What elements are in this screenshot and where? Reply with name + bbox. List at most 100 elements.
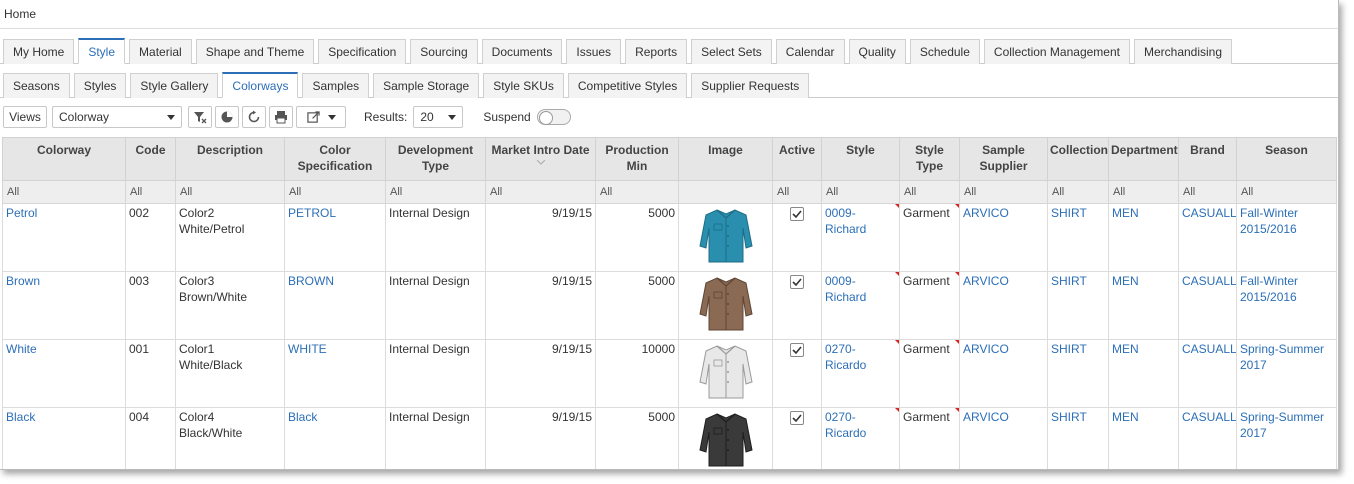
- refresh-button[interactable]: [242, 106, 266, 128]
- cell-color-spec[interactable]: PETROL: [284, 203, 386, 272]
- subtab-sample-storage[interactable]: Sample Storage: [373, 73, 480, 98]
- filter-color-spec[interactable]: All: [284, 180, 386, 204]
- tab-material[interactable]: Material: [129, 39, 192, 64]
- cell-collection[interactable]: SHIRT: [1047, 271, 1109, 340]
- export-button[interactable]: [296, 106, 346, 128]
- tab-documents[interactable]: Documents: [481, 39, 563, 64]
- column-header-code[interactable]: Code: [125, 137, 176, 181]
- column-header-style[interactable]: Style: [821, 137, 900, 181]
- column-header-color-spec[interactable]: Color Specification: [284, 137, 386, 181]
- column-header-style-type[interactable]: Style Type: [899, 137, 960, 181]
- tab-reports[interactable]: Reports: [625, 39, 688, 64]
- shirt-image[interactable]: [697, 345, 755, 403]
- filter-collection[interactable]: All: [1047, 180, 1109, 204]
- column-header-season[interactable]: Season: [1236, 137, 1337, 181]
- tab-issues[interactable]: Issues: [566, 39, 622, 64]
- subtab-style-gallery[interactable]: Style Gallery: [130, 73, 219, 98]
- cell-brand[interactable]: CASUALLY: [1178, 339, 1237, 408]
- cell-image[interactable]: [678, 271, 773, 340]
- column-header-collection[interactable]: Collection: [1047, 137, 1109, 181]
- filter-style-type[interactable]: All: [899, 180, 960, 204]
- cell-collection[interactable]: SHIRT: [1047, 203, 1109, 272]
- tab-specification[interactable]: Specification: [318, 39, 407, 64]
- tab-merchandising[interactable]: Merchandising: [1133, 39, 1233, 64]
- cell-image[interactable]: [678, 407, 773, 469]
- cell-image[interactable]: [678, 203, 773, 272]
- table-row[interactable]: Black 004 Color4 Black/White Black Internal …: [2, 407, 1337, 469]
- cell-brand[interactable]: CASUALLY: [1178, 271, 1237, 340]
- filter-sample-supplier[interactable]: All: [959, 180, 1048, 204]
- print-button[interactable]: [269, 106, 293, 128]
- shirt-image[interactable]: [697, 413, 755, 469]
- tab-quality[interactable]: Quality: [848, 39, 906, 64]
- tab-schedule[interactable]: Schedule: [909, 39, 980, 64]
- column-header-department[interactable]: Department: [1108, 137, 1179, 181]
- column-header-description[interactable]: Description: [175, 137, 285, 181]
- cell-brand[interactable]: CASUALLY: [1178, 203, 1237, 272]
- tab-sourcing[interactable]: Sourcing: [410, 39, 478, 64]
- filter-description[interactable]: All: [175, 180, 285, 204]
- cell-department[interactable]: MEN: [1108, 407, 1179, 469]
- column-header-brand[interactable]: Brand: [1178, 137, 1237, 181]
- cell-sample-supplier[interactable]: ARVICO: [959, 203, 1048, 272]
- filter-active[interactable]: All: [772, 180, 822, 204]
- chart-button[interactable]: [215, 106, 239, 128]
- column-header-prod-min[interactable]: Production Min: [595, 137, 679, 181]
- shirt-image[interactable]: [697, 277, 755, 335]
- cell-season[interactable]: Spring-Summer 2017: [1236, 407, 1337, 469]
- subtab-style-skus[interactable]: Style SKUs: [483, 73, 564, 98]
- active-checkbox[interactable]: [790, 343, 804, 357]
- cell-style[interactable]: 0270-Ricardo: [821, 407, 900, 469]
- filter-brand[interactable]: All: [1178, 180, 1237, 204]
- cell-season[interactable]: Fall-Winter 2015/2016: [1236, 203, 1337, 272]
- tab-calendar[interactable]: Calendar: [775, 39, 845, 64]
- cell-season[interactable]: Spring-Summer 2017: [1236, 339, 1337, 408]
- cell-department[interactable]: MEN: [1108, 271, 1179, 340]
- cell-sample-supplier[interactable]: ARVICO: [959, 339, 1048, 408]
- table-row[interactable]: Petrol 002 Color2 White/Petrol PETROL Intern…: [2, 203, 1337, 272]
- active-checkbox[interactable]: [790, 207, 804, 221]
- cell-color-spec[interactable]: BROWN: [284, 271, 386, 340]
- subtab-competitive-styles[interactable]: Competitive Styles: [567, 73, 688, 98]
- cell-brand[interactable]: CASUALLY: [1178, 407, 1237, 469]
- cell-department[interactable]: MEN: [1108, 203, 1179, 272]
- active-checkbox[interactable]: [790, 411, 804, 425]
- cell-colorway[interactable]: Black: [2, 407, 126, 469]
- view-select[interactable]: Colorway: [52, 106, 182, 128]
- tab-select-sets[interactable]: Select Sets: [691, 39, 772, 64]
- cell-style[interactable]: 0270-Ricardo: [821, 339, 900, 408]
- column-header-active[interactable]: Active: [772, 137, 822, 181]
- views-button[interactable]: Views: [3, 106, 47, 128]
- filter-style[interactable]: All: [821, 180, 900, 204]
- cell-colorway[interactable]: Petrol: [2, 203, 126, 272]
- cell-color-spec[interactable]: WHITE: [284, 339, 386, 408]
- cell-style[interactable]: 0009-Richard: [821, 203, 900, 272]
- subtab-colorways[interactable]: Colorways: [222, 72, 299, 98]
- filter-department[interactable]: All: [1108, 180, 1179, 204]
- sort-descending-icon[interactable]: [536, 160, 545, 165]
- cell-collection[interactable]: SHIRT: [1047, 407, 1109, 469]
- column-header-market-intro[interactable]: Market Intro Date: [485, 137, 596, 181]
- column-header-sample-supplier[interactable]: Sample Supplier: [959, 137, 1048, 181]
- subtab-samples[interactable]: Samples: [302, 73, 370, 98]
- subtab-seasons[interactable]: Seasons: [3, 73, 70, 98]
- cell-image[interactable]: [678, 339, 773, 408]
- breadcrumb[interactable]: Home: [0, 0, 1338, 29]
- cell-collection[interactable]: SHIRT: [1047, 339, 1109, 408]
- cell-sample-supplier[interactable]: ARVICO: [959, 407, 1048, 469]
- filter-market-intro[interactable]: All: [485, 180, 596, 204]
- subtab-supplier-requests[interactable]: Supplier Requests: [691, 73, 810, 98]
- results-select[interactable]: 20: [413, 106, 464, 128]
- cell-department[interactable]: MEN: [1108, 339, 1179, 408]
- column-header-colorway[interactable]: Colorway: [2, 137, 126, 181]
- shirt-image[interactable]: [697, 209, 755, 267]
- table-row[interactable]: Brown 003 Color3 Brown/White BROWN Internal …: [2, 271, 1337, 340]
- table-row[interactable]: White 001 Color1 White/Black WHITE Internal …: [2, 339, 1337, 408]
- filter-prod-min[interactable]: All: [595, 180, 679, 204]
- cell-color-spec[interactable]: Black: [284, 407, 386, 469]
- cell-colorway[interactable]: White: [2, 339, 126, 408]
- filter-dev-type[interactable]: All: [385, 180, 486, 204]
- tab-style[interactable]: Style: [78, 38, 126, 64]
- cell-sample-supplier[interactable]: ARVICO: [959, 271, 1048, 340]
- column-header-image[interactable]: Image: [678, 137, 773, 181]
